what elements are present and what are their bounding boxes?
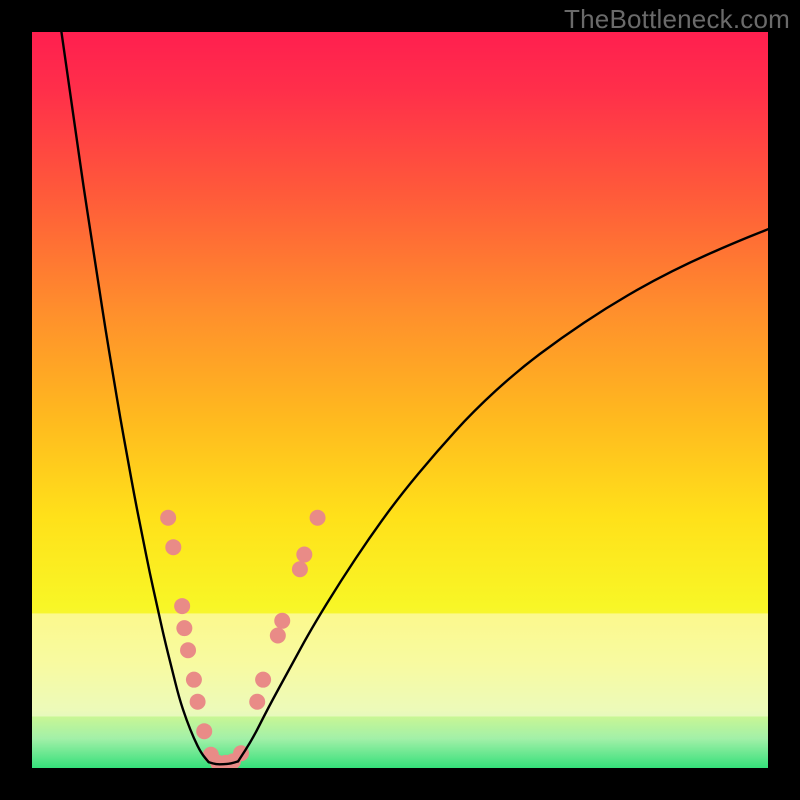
data-marker [176,620,192,636]
data-marker [249,694,265,710]
watermark-text: TheBottleneck.com [564,4,790,35]
data-marker [186,672,202,688]
right-curve-path [238,229,768,761]
data-marker [174,598,190,614]
data-marker [160,510,176,526]
data-marker [310,510,326,526]
data-marker [196,723,212,739]
chart-frame: TheBottleneck.com [0,0,800,800]
data-marker [165,539,181,555]
data-marker [270,628,286,644]
data-marker [190,694,206,710]
data-marker [292,561,308,577]
data-marker [180,642,196,658]
data-marker [296,547,312,563]
data-markers [160,510,325,768]
data-marker [255,672,271,688]
curve-layer [32,32,768,768]
plot-area [32,32,768,768]
data-marker [274,613,290,629]
